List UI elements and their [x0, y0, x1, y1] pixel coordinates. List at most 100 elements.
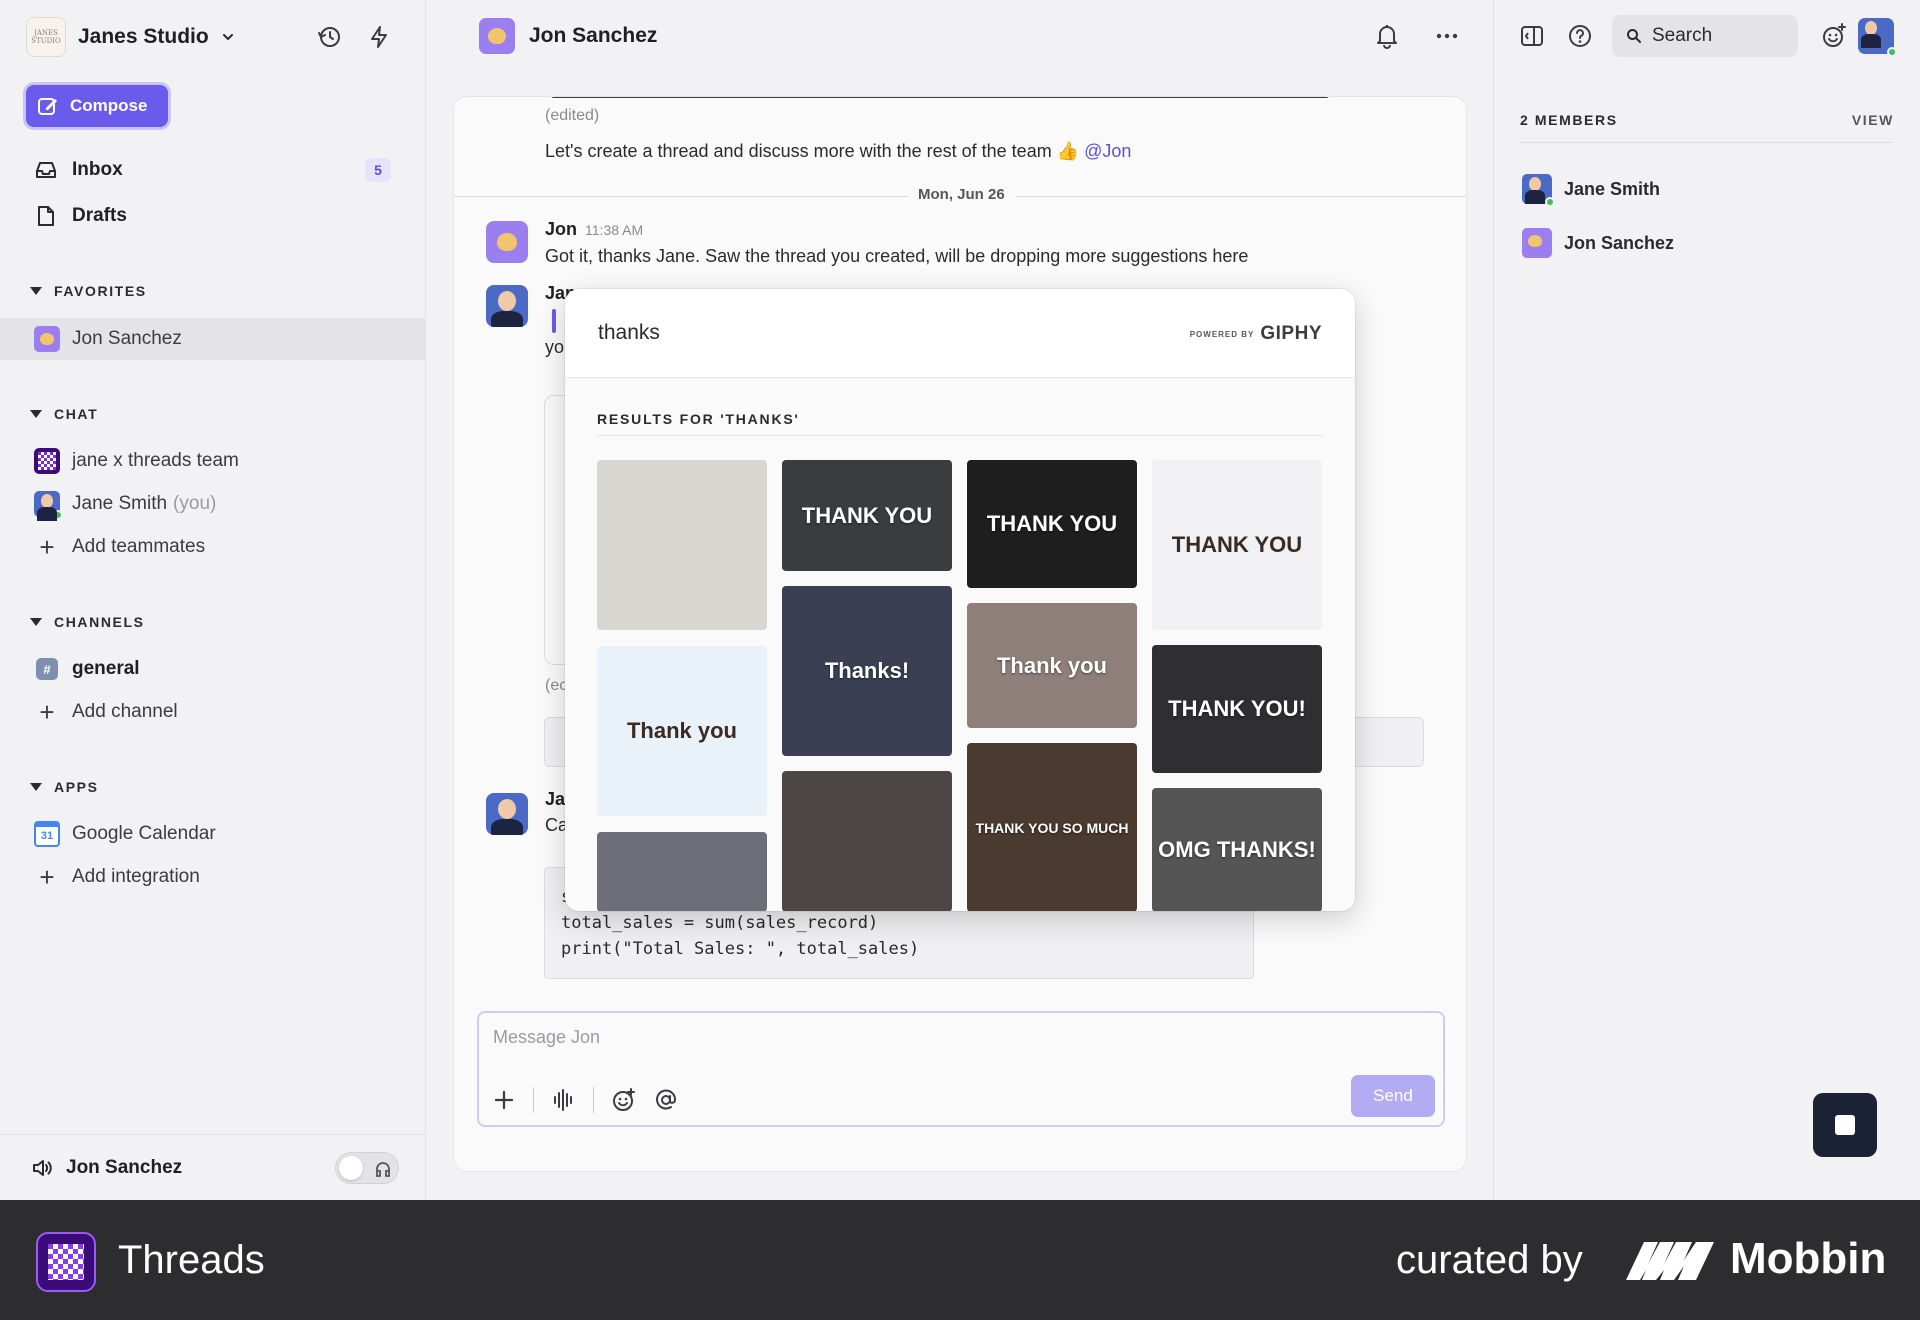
members-divider: [1520, 142, 1892, 143]
gif-result[interactable]: THANK YOU!: [1152, 645, 1322, 773]
send-button[interactable]: Send: [1351, 1075, 1435, 1117]
app-item-google-calendar[interactable]: 31 Google Calendar: [34, 817, 216, 851]
favorite-item-jon[interactable]: Jon Sanchez: [0, 318, 426, 360]
gif-result[interactable]: Thank you: [597, 646, 767, 816]
nav-drafts-label: Drafts: [72, 205, 127, 226]
message-sender[interactable]: Jon 11:38 AM: [545, 219, 643, 240]
add-teammates-button[interactable]: + Add teammates: [34, 530, 205, 564]
members-title: 2 MEMBERS: [1520, 112, 1618, 128]
avatar: [34, 491, 63, 521]
member-name: Jane Smith: [1564, 178, 1661, 199]
conversation-title[interactable]: Jon Sanchez: [479, 18, 657, 54]
gif-caption: Thank you: [996, 652, 1107, 678]
compose-button[interactable]: Compose: [26, 85, 168, 127]
gif-caption: THANK YOU!: [1168, 696, 1306, 721]
chat-item-team[interactable]: jane x threads team: [34, 444, 239, 478]
avatar[interactable]: [486, 221, 528, 263]
caret-down-icon: [30, 618, 42, 626]
message-body: Let's create a thread and discuss more w…: [545, 141, 1080, 161]
gif-caption: THANK YOU: [801, 502, 933, 528]
headphones-icon: [376, 1162, 390, 1177]
add-reaction-icon[interactable]: [1820, 22, 1848, 50]
section-favorites[interactable]: FAVORITES: [30, 283, 147, 299]
powered-by-label: POWERED BY: [1189, 329, 1255, 339]
threads-logo: [36, 1232, 96, 1292]
mobbin-wordmark: Mobbin: [1730, 1234, 1887, 1283]
help-icon[interactable]: [1566, 22, 1594, 50]
online-indicator: [1545, 197, 1555, 207]
view-members-link[interactable]: VIEW: [1852, 112, 1894, 128]
avatar: [479, 18, 515, 54]
plus-icon: +: [39, 531, 55, 562]
conversation-header: Jon Sanchez: [427, 0, 1493, 74]
history-icon[interactable]: [316, 24, 342, 50]
avatar[interactable]: [486, 285, 528, 327]
giphy-attribution: POWERED BY GIPHY: [1190, 323, 1322, 345]
section-channels[interactable]: CHANNELS: [30, 614, 145, 630]
avatar[interactable]: [486, 793, 528, 835]
lightning-icon[interactable]: [366, 24, 392, 50]
member-item[interactable]: Jon Sanchez: [1522, 228, 1674, 258]
message-text: Let's create a thread and discuss more w…: [545, 141, 1131, 162]
gif-caption: OMG THANKS!: [1158, 837, 1316, 862]
gif-result[interactable]: [782, 771, 952, 911]
gif-result[interactable]: Thank you: [967, 603, 1137, 728]
online-indicator: [53, 510, 63, 520]
plus-icon[interactable]: [489, 1085, 519, 1115]
gif-result[interactable]: Thanks!: [782, 586, 952, 756]
mention-link[interactable]: @Jon: [1084, 141, 1131, 161]
profile-avatar[interactable]: [1858, 18, 1897, 57]
at-mention-icon[interactable]: [651, 1085, 681, 1115]
avatar: [34, 448, 60, 474]
section-chat[interactable]: CHAT: [30, 406, 98, 422]
add-teammates-label: Add teammates: [72, 536, 206, 557]
giphy-search-input[interactable]: thanks: [598, 321, 660, 345]
emoji-icon[interactable]: [609, 1085, 639, 1115]
message-composer[interactable]: Message Jon Send: [477, 1011, 1445, 1127]
member-name: Jon Sanchez: [1564, 232, 1675, 253]
channel-item-general[interactable]: # general: [34, 652, 140, 686]
workspace-switcher[interactable]: JANES STUDIO Janes Studio: [26, 16, 235, 58]
gif-result[interactable]: THANK YOU: [1152, 460, 1322, 630]
gif-caption: Thank you: [626, 718, 737, 743]
huddle-toggle[interactable]: [335, 1152, 399, 1184]
nav-drafts[interactable]: Drafts: [34, 199, 127, 233]
bell-icon[interactable]: [1373, 22, 1401, 50]
toolbar-separator: [533, 1087, 534, 1113]
gif-result[interactable]: THANK YOU SO MUCH: [967, 743, 1137, 911]
gif-result[interactable]: [597, 832, 767, 911]
you-suffix: (you): [173, 493, 217, 514]
speaker-icon[interactable]: [30, 1156, 54, 1180]
giphy-logo: GIPHY: [1260, 323, 1322, 344]
more-icon[interactable]: [1433, 22, 1461, 50]
stop-recording-button[interactable]: [1813, 1093, 1877, 1157]
section-apps[interactable]: APPS: [30, 779, 99, 795]
giphy-picker: thanks POWERED BY GIPHY RESULTS FOR 'THA…: [565, 289, 1355, 911]
document-icon: [38, 206, 54, 226]
hash-icon: #: [36, 658, 58, 680]
audio-waveform-icon[interactable]: [549, 1085, 579, 1115]
edited-label: (ec: [545, 677, 568, 694]
search-button[interactable]: Search: [1612, 15, 1798, 57]
caret-down-icon: [30, 287, 42, 295]
add-integration-button[interactable]: + Add integration: [34, 860, 199, 894]
nav-inbox[interactable]: Inbox: [34, 153, 123, 187]
gif-result[interactable]: OMG THANKS!: [1152, 788, 1322, 911]
panel-toggle-icon[interactable]: [1518, 22, 1546, 50]
member-item[interactable]: Jane Smith: [1522, 174, 1661, 207]
gif-result[interactable]: THANK YOU: [967, 460, 1137, 588]
gif-result[interactable]: THANK YOU: [782, 460, 952, 571]
audio-user-name: Jon Sanchez: [66, 1156, 183, 1178]
message-text: yo: [545, 337, 565, 357]
brand-bar: Threads curated by Mobbin: [0, 1200, 1920, 1320]
section-apps-label: APPS: [54, 779, 99, 795]
message-sender[interactable]: Ja: [545, 789, 565, 810]
channel-item-label: general: [72, 658, 140, 679]
gif-caption: [676, 866, 688, 878]
chat-item-jane[interactable]: Jane Smith (you): [34, 487, 216, 521]
message-text: Got it, thanks Jane. Saw the thread you …: [545, 246, 1249, 266]
message-input[interactable]: Message Jon: [493, 1027, 600, 1048]
gif-result[interactable]: [597, 460, 767, 630]
quote-bar: [552, 309, 556, 333]
add-channel-button[interactable]: + Add channel: [34, 695, 177, 729]
